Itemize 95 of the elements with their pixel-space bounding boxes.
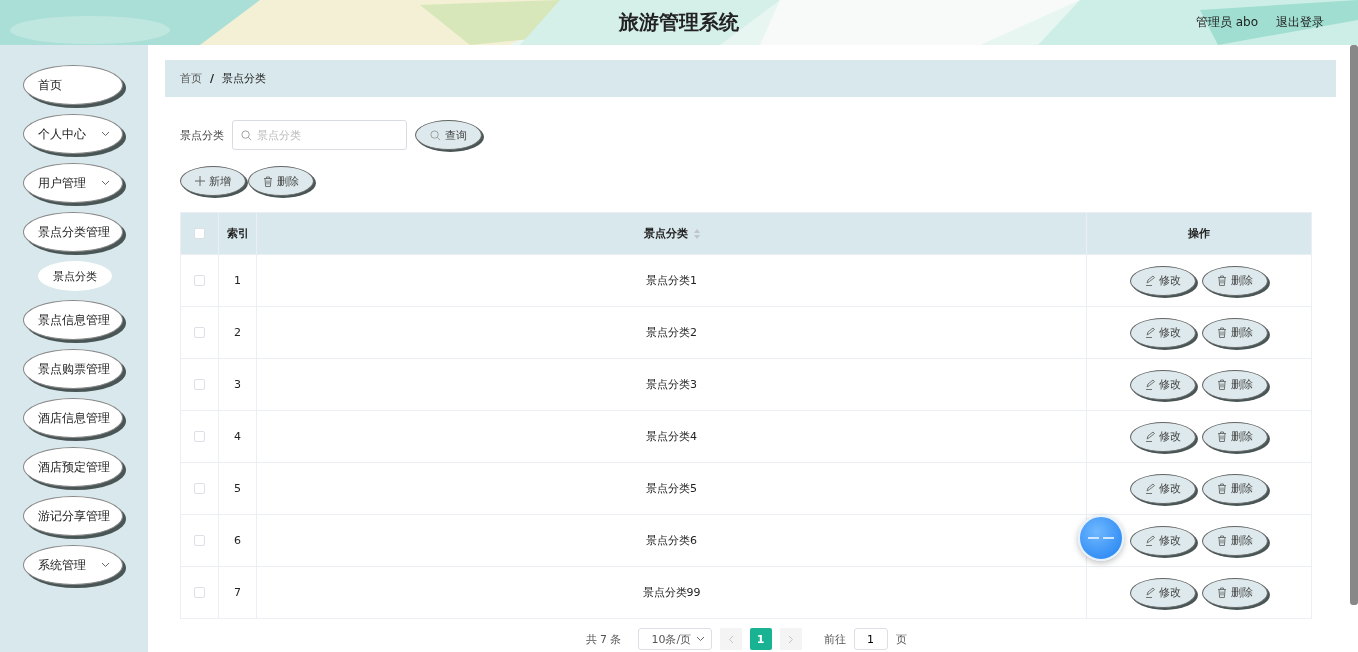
pencil-icon <box>1145 327 1155 338</box>
column-title: 景点分类 <box>643 226 688 241</box>
sidebar-item[interactable]: 酒店预定管理 <box>23 447 123 487</box>
checkbox[interactable] <box>194 535 205 546</box>
sidebar-item[interactable]: 酒店信息管理 <box>23 398 123 438</box>
checkbox[interactable] <box>194 587 205 598</box>
breadcrumb-current: 景点分类 <box>222 71 267 86</box>
sidebar-item[interactable]: 景点购票管理 <box>23 349 123 389</box>
delete-button[interactable]: 删除 <box>1202 525 1268 556</box>
table-cell: 7 <box>234 586 241 599</box>
edit-button[interactable]: 修改 <box>1130 421 1196 452</box>
edit-button[interactable]: 修改 <box>1130 473 1196 504</box>
sidebar-item[interactable]: 首页 <box>23 65 123 105</box>
delete-button[interactable]: 删除 <box>1202 369 1268 400</box>
checkbox[interactable] <box>194 431 205 442</box>
table-cell: 景点分类3 <box>646 377 697 392</box>
delete-button[interactable]: 删除 <box>1202 317 1268 348</box>
dash-icon <box>1088 536 1114 540</box>
table-cell: 景点分类6 <box>646 533 697 548</box>
goto-page-field[interactable]: 1 <box>853 628 888 650</box>
pencil-icon <box>1145 275 1155 286</box>
table-cell: 2 <box>234 326 241 339</box>
trash-icon <box>263 175 273 187</box>
sidebar-item[interactable]: 景点信息管理 <box>23 300 123 340</box>
sidebar-item[interactable]: 景点分类管理 <box>23 212 123 252</box>
chevron-down-icon <box>101 562 110 568</box>
chevron-down-icon <box>101 180 110 186</box>
sidebar-item[interactable]: 系统管理 <box>23 545 123 585</box>
table-cell: 景点分类1 <box>646 273 697 288</box>
trash-icon <box>1217 431 1227 442</box>
search-button[interactable]: 查询 <box>415 120 482 150</box>
sort-icon <box>693 228 700 239</box>
chevron-down-icon <box>101 131 110 137</box>
delete-button[interactable]: 删除 <box>1202 421 1268 452</box>
scrollbar[interactable] <box>1350 45 1358 605</box>
checkbox[interactable] <box>194 379 205 390</box>
checkbox[interactable] <box>194 327 205 338</box>
search-icon <box>430 129 441 141</box>
goto-label: 前往 <box>823 631 846 647</box>
pencil-icon <box>1145 535 1155 546</box>
sidebar-item[interactable]: 用户管理 <box>23 163 123 203</box>
table-cell: 4 <box>234 430 241 443</box>
pencil-icon <box>1145 431 1155 442</box>
table-cell: 1 <box>234 274 241 287</box>
plus-icon <box>195 176 205 186</box>
table-cell: 3 <box>234 378 241 391</box>
breadcrumb-separator: / <box>210 72 215 85</box>
page-suffix: 页 <box>895 631 907 647</box>
sidebar-item[interactable]: 个人中心 <box>23 114 123 154</box>
checkbox[interactable] <box>194 483 205 494</box>
edit-button[interactable]: 修改 <box>1130 369 1196 400</box>
edit-button[interactable]: 修改 <box>1130 265 1196 296</box>
prev-page-button[interactable] <box>719 628 742 650</box>
app-title: 旅游管理系统 <box>619 9 739 36</box>
table-cell: 6 <box>234 534 241 547</box>
delete-button[interactable]: 删除 <box>1202 577 1268 608</box>
chevron-left-icon <box>727 634 734 644</box>
pencil-icon <box>1145 483 1155 494</box>
user-name: 管理员 abo <box>1195 14 1258 31</box>
column-title: 索引 <box>226 226 249 241</box>
edit-button[interactable]: 修改 <box>1130 577 1196 608</box>
checkbox[interactable] <box>194 275 205 286</box>
table-cell: 景点分类5 <box>646 481 697 496</box>
delete-button[interactable]: 删除 <box>1202 265 1268 296</box>
trash-icon <box>1217 327 1227 338</box>
delete-button[interactable]: 删除 <box>1202 473 1268 504</box>
table-cell: 5 <box>234 482 241 495</box>
search-icon <box>241 130 252 141</box>
delete-button[interactable]: 删除 <box>248 166 314 196</box>
table-cell: 景点分类2 <box>646 325 697 340</box>
sidebar-item[interactable]: 游记分享管理 <box>23 496 123 536</box>
trash-icon <box>1217 275 1227 286</box>
breadcrumb-link[interactable]: 首页 <box>180 71 202 86</box>
page-size-select[interactable]: 10条/页 <box>637 628 712 650</box>
add-button[interactable]: 新增 <box>180 166 246 196</box>
trash-icon <box>1217 483 1227 494</box>
next-page-button[interactable] <box>779 628 802 650</box>
trash-icon <box>1217 535 1227 546</box>
column-title: 操作 <box>1188 226 1210 241</box>
checkbox[interactable] <box>194 228 205 239</box>
total-count: 共 7 条 <box>585 631 622 647</box>
trash-icon <box>1217 379 1227 390</box>
chevron-right-icon <box>787 634 794 644</box>
search-label: 景点分类 <box>180 127 224 143</box>
pencil-icon <box>1145 379 1155 390</box>
edit-button[interactable]: 修改 <box>1130 317 1196 348</box>
pencil-icon <box>1145 587 1155 598</box>
edit-button[interactable]: 修改 <box>1130 525 1196 556</box>
table-cell: 景点分类99 <box>642 585 701 600</box>
logout-link[interactable]: 退出登录 <box>1276 14 1324 31</box>
chevron-down-icon <box>695 636 705 642</box>
table-cell: 景点分类4 <box>646 429 697 444</box>
trash-icon <box>1217 587 1227 598</box>
search-field[interactable]: 景点分类 <box>232 120 407 150</box>
sidebar-subitem[interactable]: 景点分类 <box>38 261 112 291</box>
